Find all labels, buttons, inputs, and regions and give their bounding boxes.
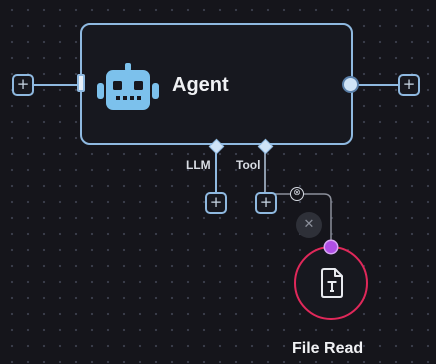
- add-input-button[interactable]: +: [12, 74, 34, 96]
- delete-node-button[interactable]: ✕: [296, 212, 322, 238]
- file-text-icon: [321, 268, 343, 298]
- add-output-button[interactable]: +: [398, 74, 420, 96]
- robot-icon: [97, 63, 159, 110]
- tool-port-label: Tool: [236, 158, 261, 172]
- agent-node-title: Agent: [172, 74, 229, 96]
- add-tool-button[interactable]: +: [255, 192, 277, 214]
- tool-node-handle[interactable]: [325, 241, 337, 253]
- agent-input-handle[interactable]: [77, 74, 85, 92]
- remove-edge-button[interactable]: ⊗: [290, 187, 304, 201]
- add-llm-button[interactable]: +: [205, 192, 227, 214]
- agent-node[interactable]: Agent: [80, 23, 353, 145]
- llm-port-label: LLM: [186, 158, 211, 172]
- file-read-tool-node[interactable]: [294, 246, 368, 320]
- workflow-canvas[interactable]: Agent + + + + LLM Tool ⊗ ✕ File Read: [0, 0, 436, 364]
- agent-output-handle[interactable]: [344, 78, 357, 91]
- tool-node-title: File Read: [292, 340, 364, 357]
